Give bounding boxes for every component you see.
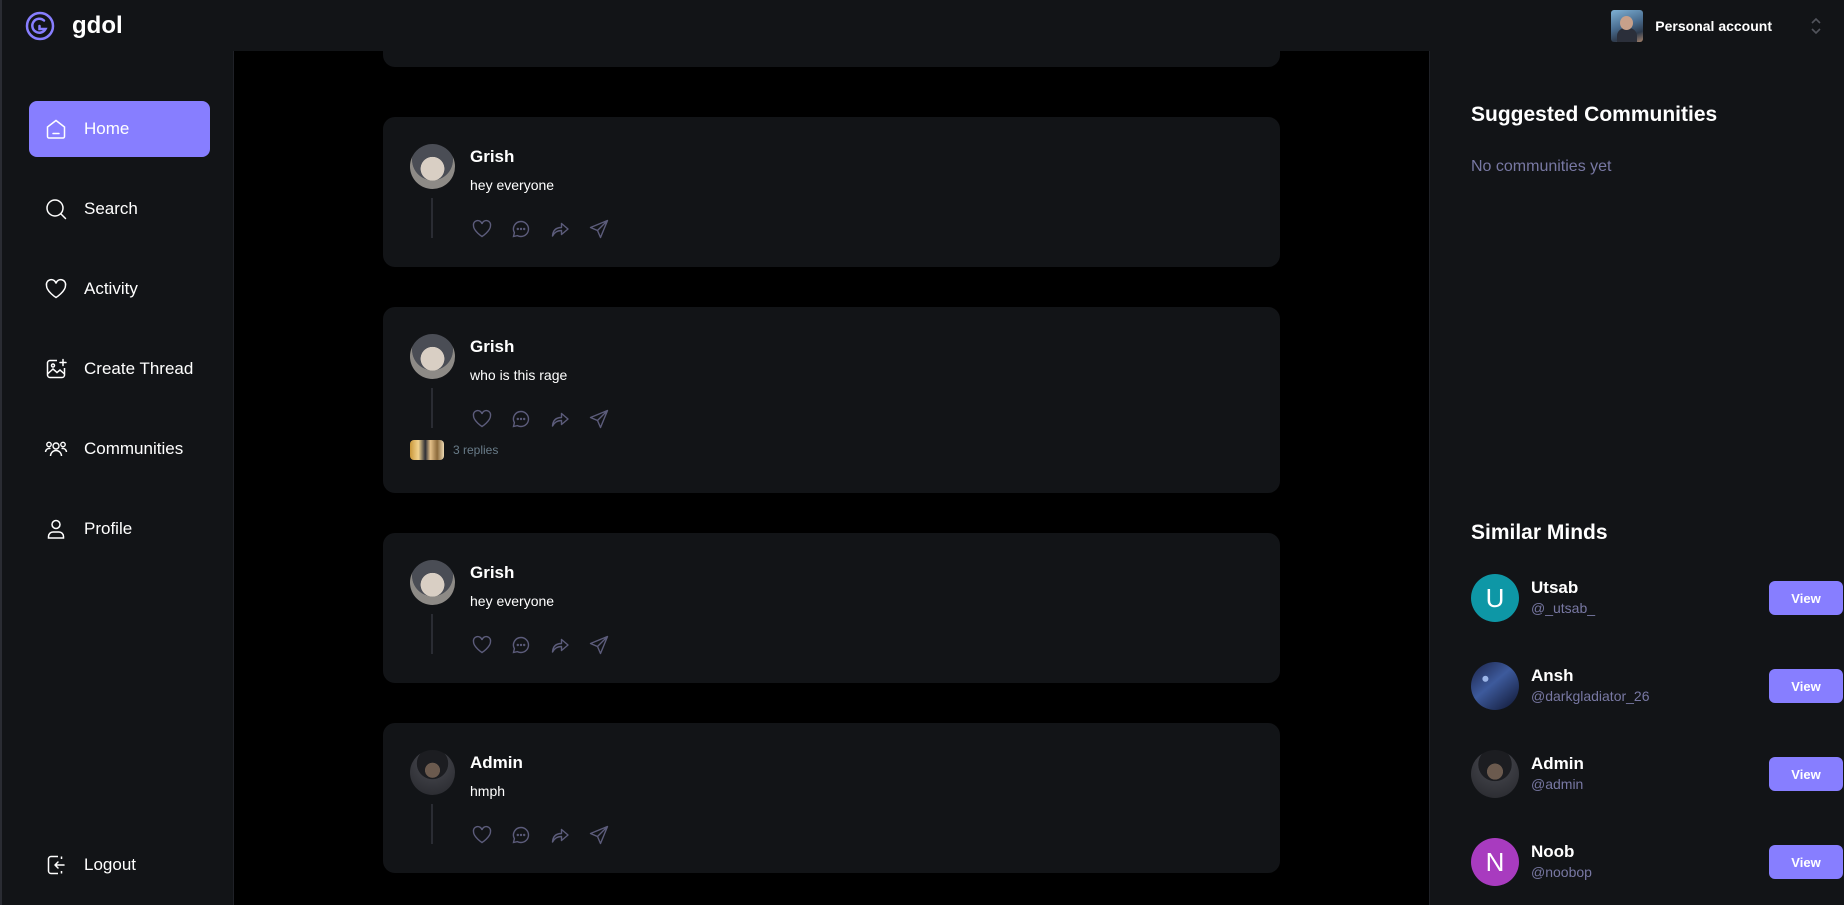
avatar[interactable] — [1471, 750, 1519, 798]
account-switcher[interactable]: Personal account — [1611, 9, 1822, 42]
sidebar-item-label: Create Thread — [84, 359, 194, 378]
author-name[interactable]: Admin — [470, 753, 523, 773]
thread-content: hey everyone — [470, 177, 555, 193]
thread-actions — [470, 407, 611, 431]
search-icon — [46, 199, 67, 220]
sidebar-item-profile[interactable]: Profile — [29, 501, 210, 557]
left-sidebar: Home Search Activity Create Thread Commu… — [0, 51, 234, 905]
thread-card[interactable]: Admin hmph — [383, 723, 1280, 873]
author-avatar[interactable] — [410, 750, 455, 795]
share-icon[interactable] — [587, 823, 611, 847]
heart-icon[interactable] — [470, 407, 494, 431]
replies-count[interactable]: 3 replies — [453, 443, 498, 457]
thread-card[interactable]: Grish who is this rage 3 replies — [383, 307, 1280, 493]
logout-icon — [47, 855, 65, 875]
sidebar-item-communities[interactable]: Communities — [29, 421, 210, 477]
repost-icon[interactable] — [548, 633, 572, 657]
thread-actions — [470, 823, 611, 847]
thread-content: hey everyone — [470, 593, 555, 609]
communities-icon — [44, 441, 68, 457]
similar-mind-item: U Utsab @_utsab_ View — [1471, 574, 1843, 622]
reply-icon[interactable] — [509, 633, 533, 657]
reply-icon[interactable] — [509, 823, 533, 847]
heart-icon[interactable] — [470, 823, 494, 847]
author-avatar[interactable] — [410, 144, 455, 189]
author-name[interactable]: Grish — [470, 563, 514, 583]
user-handle: @_utsab_ — [1531, 600, 1596, 616]
brand[interactable]: gdol — [24, 10, 123, 42]
similar-mind-item: Admin @admin View — [1471, 750, 1843, 798]
avatar[interactable] — [1471, 662, 1519, 710]
view-button[interactable]: View — [1769, 581, 1843, 615]
reply-icon[interactable] — [509, 407, 533, 431]
sidebar-item-activity[interactable]: Activity — [29, 261, 210, 317]
reply-icon[interactable] — [509, 217, 533, 241]
user-name: Ansh — [1531, 666, 1574, 685]
user-handle: @admin — [1531, 776, 1584, 792]
reply-avatar — [410, 440, 444, 460]
top-bar: gdol Personal account — [0, 0, 1844, 51]
replies-summary[interactable]: 3 replies — [410, 440, 498, 460]
thread-feed: Grish hey everyone Grish who is this rag… — [234, 51, 1429, 905]
sidebar-item-label: Search — [84, 199, 138, 218]
user-name: Utsab — [1531, 578, 1579, 597]
thread-actions — [470, 217, 611, 241]
sidebar-item-label: Home — [84, 119, 130, 138]
sidebar-item-label: Communities — [84, 439, 184, 458]
share-icon[interactable] — [587, 407, 611, 431]
similar-minds-title: Similar Minds — [1471, 521, 1608, 544]
logout-label: Logout — [84, 855, 136, 874]
user-name: Admin — [1531, 754, 1584, 773]
thread-actions — [470, 633, 611, 657]
view-button[interactable]: View — [1769, 757, 1843, 791]
user-handle: @darkgladiator_26 — [1531, 688, 1650, 704]
thread-content: who is this rage — [470, 367, 568, 383]
repost-icon[interactable] — [548, 217, 572, 241]
thread-card-partial — [383, 51, 1280, 67]
app-name: gdol — [72, 11, 123, 39]
sidebar-item-search[interactable]: Search — [29, 181, 210, 237]
view-button[interactable]: View — [1769, 845, 1843, 879]
thread-line — [431, 388, 433, 428]
author-name[interactable]: Grish — [470, 147, 514, 167]
similar-mind-item: Ansh @darkgladiator_26 View — [1471, 662, 1843, 710]
heart-icon — [45, 278, 67, 299]
sidebar-item-create-thread[interactable]: Create Thread — [29, 341, 210, 397]
sidebar-item-label: Activity — [84, 279, 138, 298]
account-label: Personal account — [1655, 17, 1772, 34]
author-avatar[interactable] — [410, 560, 455, 605]
sidebar-item-home[interactable]: Home — [29, 101, 210, 157]
sidebar-item-label: Profile — [84, 519, 133, 538]
heart-icon[interactable] — [470, 633, 494, 657]
thread-line — [431, 614, 433, 654]
avatar[interactable]: N — [1471, 838, 1519, 886]
thread-line — [431, 804, 433, 844]
repost-icon[interactable] — [548, 407, 572, 431]
author-avatar[interactable] — [410, 334, 455, 379]
avatar[interactable]: U — [1471, 574, 1519, 622]
share-icon[interactable] — [587, 217, 611, 241]
suggested-communities-empty: No communities yet — [1471, 158, 1612, 175]
similar-mind-item: N Noob @noobop View — [1471, 838, 1843, 886]
logo-icon — [25, 11, 55, 40]
thread-card[interactable]: Grish hey everyone — [383, 533, 1280, 683]
thread-line — [431, 198, 433, 238]
author-name[interactable]: Grish — [470, 337, 514, 357]
share-icon[interactable] — [587, 633, 611, 657]
account-avatar — [1611, 9, 1644, 42]
chevron-up-down-icon[interactable] — [1810, 15, 1822, 37]
user-icon — [47, 519, 65, 539]
repost-icon[interactable] — [548, 823, 572, 847]
logout-button[interactable]: Logout — [29, 837, 210, 893]
user-handle: @noobop — [1531, 864, 1592, 880]
thread-card[interactable]: Grish hey everyone — [383, 117, 1280, 267]
user-name: Noob — [1531, 842, 1575, 861]
thread-content: hmph — [470, 783, 506, 799]
home-icon — [46, 119, 66, 139]
view-button[interactable]: View — [1769, 669, 1843, 703]
create-thread-icon — [46, 358, 67, 379]
right-sidebar: Suggested Communities No communities yet… — [1429, 51, 1844, 905]
suggested-communities-title: Suggested Communities — [1471, 103, 1718, 126]
heart-icon[interactable] — [470, 217, 494, 241]
